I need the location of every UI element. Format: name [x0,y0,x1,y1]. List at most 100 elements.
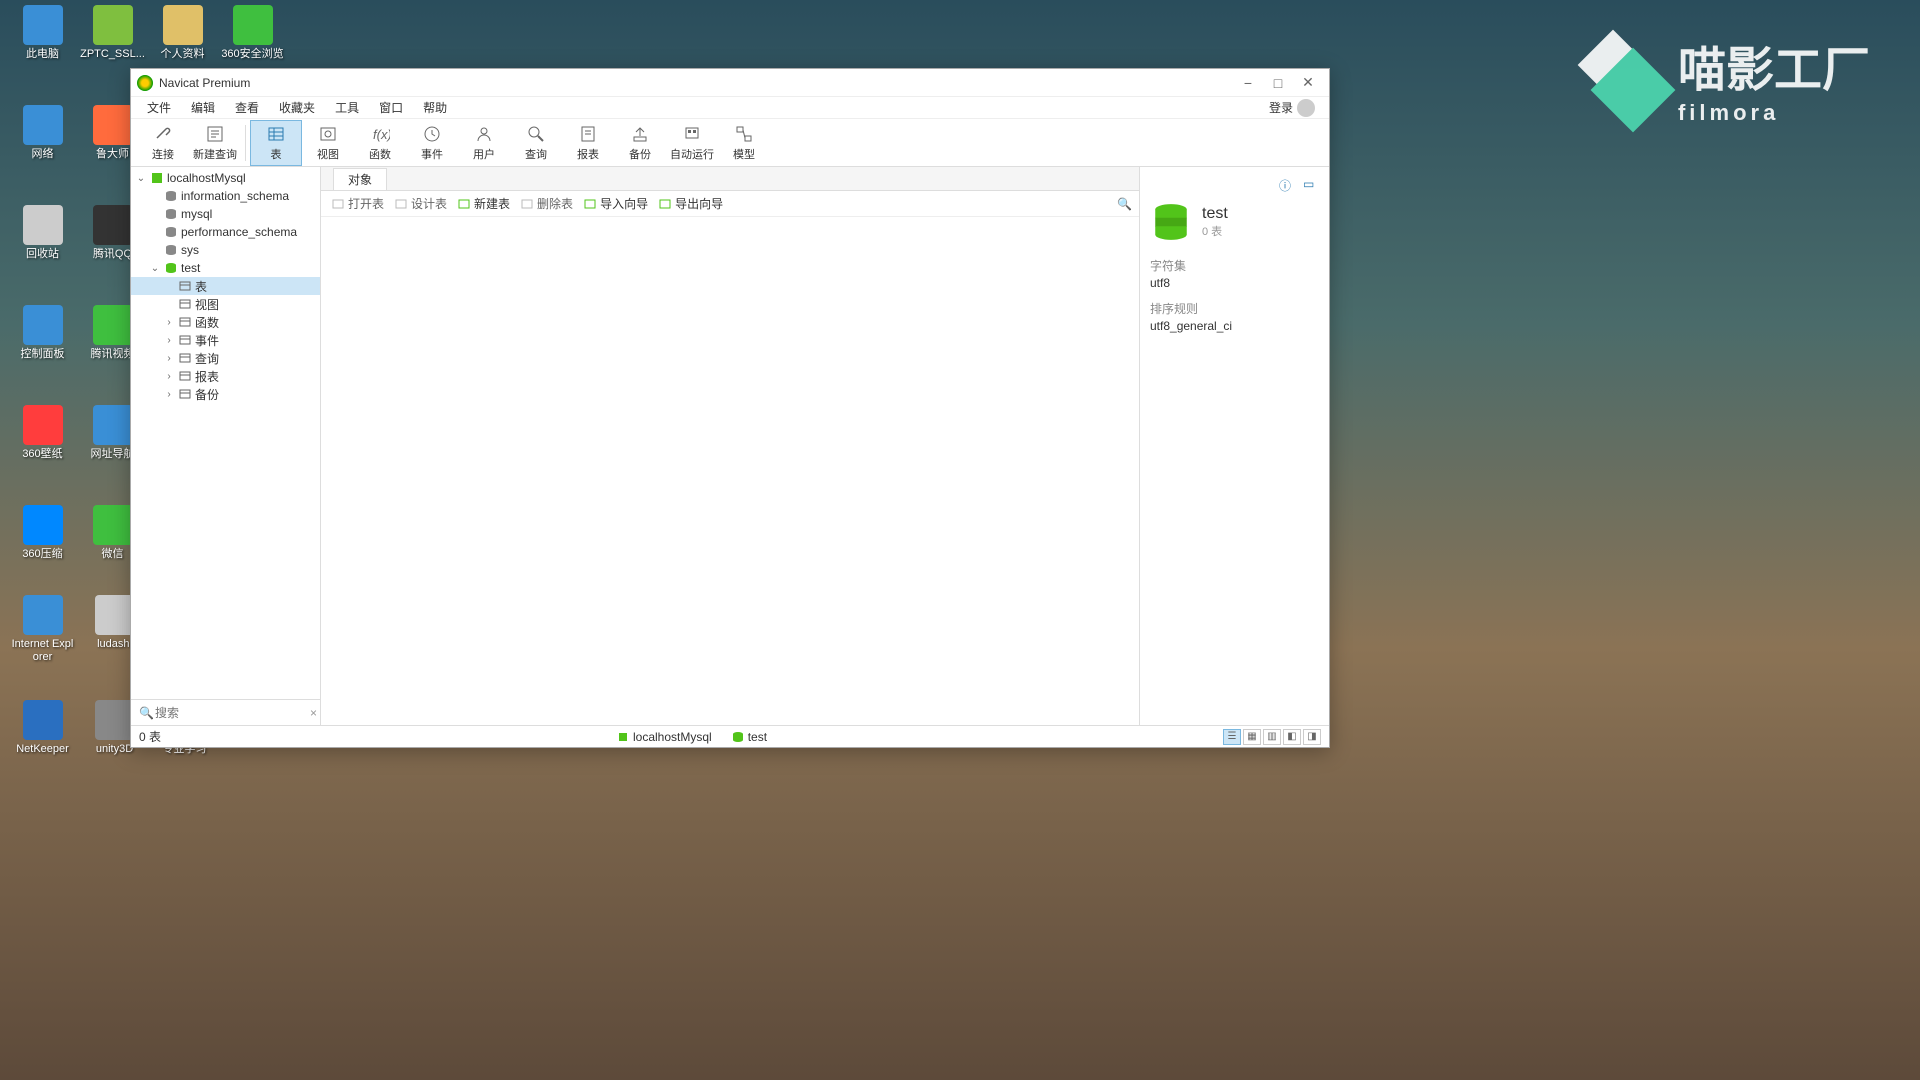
tree-twisty-icon[interactable]: › [163,317,175,328]
tree-item-table[interactable]: 表 [131,277,320,295]
view-list-button[interactable]: ☰ [1223,729,1241,745]
tree-twisty-icon[interactable]: ⌄ [135,173,147,184]
view-grid-button[interactable]: ▥ [1263,729,1281,745]
tree-twisty-icon[interactable]: › [163,371,175,382]
view-side-button[interactable]: ◧ [1283,729,1301,745]
object-action-icon [331,197,345,211]
connection-tree[interactable]: ⌄localhostMysqlinformation_schemamysqlpe… [131,167,320,699]
toolbar-auto-button[interactable]: 自动运行 [666,120,718,166]
menu-item[interactable]: 帮助 [413,97,457,118]
tree-connection[interactable]: ⌄localhostMysql [131,169,320,187]
tree-item-icon [178,297,192,311]
toolbar-label: 新建查询 [193,146,237,162]
toolbar-label: 用户 [473,146,495,162]
tree-twisty-icon[interactable]: ⌄ [149,263,161,274]
toolbar-func-button[interactable]: f(x)函数 [354,120,406,166]
desktop-app-icon [233,5,273,45]
search-clear-button[interactable]: × [310,706,317,720]
search-icon: 🔍 [139,706,154,720]
database-small-icon [732,731,744,743]
tree-twisty-icon[interactable]: › [163,353,175,364]
toolbar-connect-button[interactable]: 连接 [137,120,189,166]
maximize-button[interactable]: □ [1263,72,1293,94]
tree-schema[interactable]: sys [131,241,320,259]
object-toolbar-button[interactable]: 导出向导 [654,193,727,214]
tree-twisty-icon[interactable]: › [163,389,175,400]
desktop-icon[interactable]: 360壁纸 [10,405,75,461]
user-icon [474,124,494,144]
navicat-window: Navicat Premium − □ ✕ 文件编辑查看收藏夹工具窗口帮助 登录… [130,68,1330,748]
toolbar-label: 事件 [421,146,443,162]
desktop-icon[interactable]: 回收站 [10,205,75,261]
ddl-icon[interactable]: ▭ [1303,177,1319,193]
tree-item-report[interactable]: ›报表 [131,367,320,385]
toolbar-backup-button[interactable]: 备份 [614,120,666,166]
desktop-icon[interactable]: 控制面板 [10,305,75,361]
tree-schema[interactable]: information_schema [131,187,320,205]
tree-item-func[interactable]: ›函数 [131,313,320,331]
object-toolbar-button: 删除表 [516,193,577,214]
minimize-button[interactable]: − [1233,72,1263,94]
desktop-icon-label: 网络 [10,148,75,161]
tree-item-icon [164,207,178,221]
search-input[interactable] [137,706,310,720]
tree-item-view[interactable]: 视图 [131,295,320,313]
watermark: 喵影工厂 filmora [1678,30,1870,126]
desktop-icon[interactable]: NetKeeper [10,700,75,756]
toolbar-table-button[interactable]: 表 [250,120,302,166]
object-button-label: 导出向导 [675,195,723,212]
tree-item-query[interactable]: ›查询 [131,349,320,367]
desktop-app-icon [23,700,63,740]
menu-item[interactable]: 窗口 [369,97,413,118]
db-name: test [1202,205,1228,223]
toolbar-model-button[interactable]: 模型 [718,120,770,166]
desktop-icon[interactable]: 个人资料 [150,5,215,61]
window-title: Navicat Premium [159,76,1233,90]
menu-item[interactable]: 查看 [225,97,269,118]
statusbar: 0 表 localhostMysql test ☰ ▦ ▥ ◧ ◨ [131,725,1329,747]
desktop-icon[interactable]: ZPTC_SSL... [80,5,145,61]
tree-item-label: 视图 [195,296,219,313]
toolbar-newquery-button[interactable]: 新建查询 [189,120,241,166]
toolbar-event-button[interactable]: 事件 [406,120,458,166]
object-search-icon[interactable]: 🔍 [1117,197,1133,211]
toolbar-user-button[interactable]: 用户 [458,120,510,166]
desktop-icon[interactable]: 此电脑 [10,5,75,61]
desktop-icon[interactable]: 360安全浏览 [220,5,285,61]
desktop-app-icon [93,105,133,145]
view-detail-button[interactable]: ▦ [1243,729,1261,745]
object-button-label: 删除表 [537,195,573,212]
tree-schema[interactable]: performance_schema [131,223,320,241]
tree-item-event[interactable]: ›事件 [131,331,320,349]
toolbar-label: 查询 [525,146,547,162]
object-toolbar-button[interactable]: 导入向导 [579,193,652,214]
desktop-app-icon [23,595,63,635]
menu-item[interactable]: 编辑 [181,97,225,118]
toolbar-view-button[interactable]: 视图 [302,120,354,166]
toolbar-report-button[interactable]: 报表 [562,120,614,166]
tab-objects[interactable]: 对象 [333,168,387,190]
query-icon [526,124,546,144]
menu-item[interactable]: 文件 [137,97,181,118]
desktop-icon[interactable]: 网络 [10,105,75,161]
view-panel-button[interactable]: ◨ [1303,729,1321,745]
view-buttons: ☰ ▦ ▥ ◧ ◨ [1223,729,1321,745]
database-icon [1150,201,1192,243]
object-button-label: 导入向导 [600,195,648,212]
close-button[interactable]: ✕ [1293,72,1323,94]
toolbar-query-button[interactable]: 查询 [510,120,562,166]
tree-schema[interactable]: mysql [131,205,320,223]
tree-database-test[interactable]: ⌄test [131,259,320,277]
login-button[interactable]: 登录 [1261,97,1323,119]
desktop-icon[interactable]: Internet Explorer [10,595,75,664]
desktop-icon[interactable]: 360压缩 [10,505,75,561]
desktop-icon-label: 360压缩 [10,548,75,561]
info-icon[interactable]: ⓘ [1279,177,1295,193]
object-toolbar-button[interactable]: 新建表 [453,193,514,214]
tree-item-backup[interactable]: › 备份 [131,385,320,403]
tree-item-icon [164,225,178,239]
menu-item[interactable]: 工具 [325,97,369,118]
menu-item[interactable]: 收藏夹 [269,97,325,118]
tree-item-label: 备份 [195,386,219,403]
tree-twisty-icon[interactable]: › [163,335,175,346]
